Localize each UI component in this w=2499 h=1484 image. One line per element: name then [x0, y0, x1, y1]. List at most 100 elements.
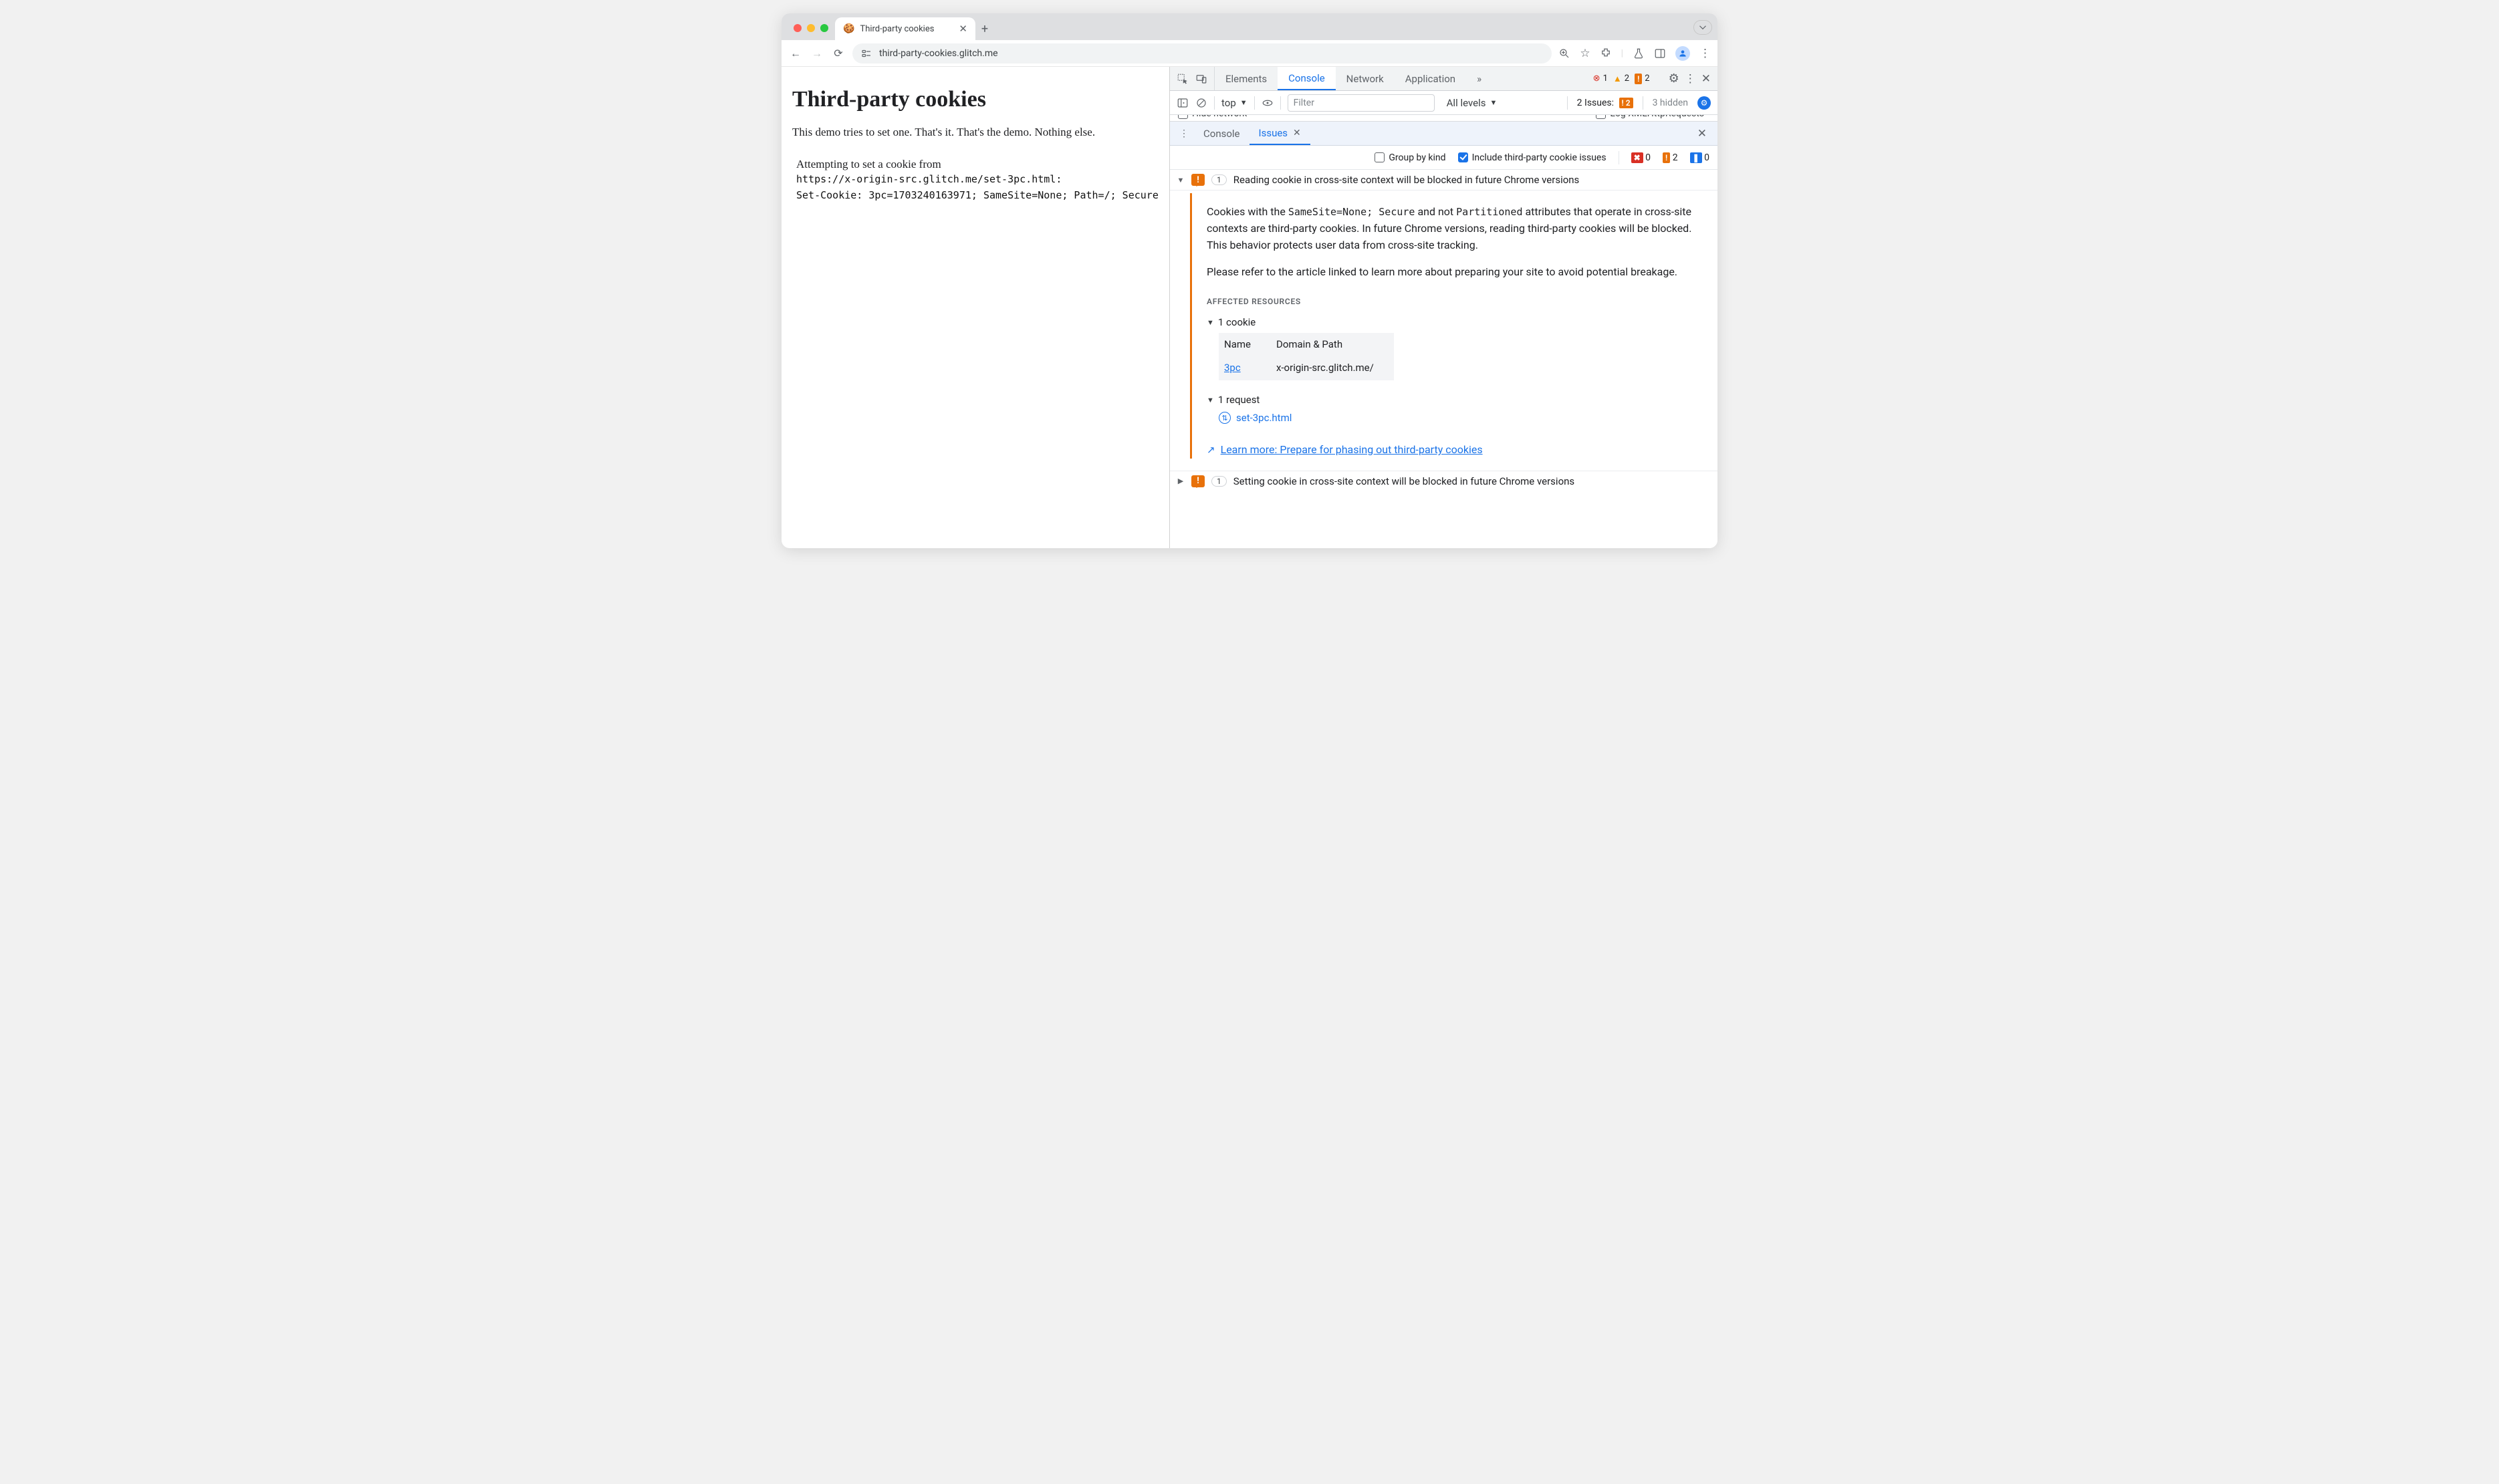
tab-title: Third-party cookies [860, 24, 934, 34]
url-text: third-party-cookies.glitch.me [879, 48, 998, 59]
issue-paragraph: Cookies with the SameSite=None; Secure a… [1207, 204, 1705, 253]
drawer-menu-icon[interactable]: ⋮ [1174, 122, 1194, 145]
page-title: Third-party cookies [792, 87, 1159, 112]
hide-network-checkbox[interactable] [1178, 115, 1188, 119]
devtools-tab-bar: Elements Console Network Application » ⊗… [1170, 67, 1717, 91]
request-link[interactable]: ⇅ set-3pc.html [1219, 410, 1705, 426]
log-xhr-checkbox[interactable] [1596, 115, 1606, 119]
request-icon: ⇅ [1219, 412, 1231, 424]
group-by-kind-checkbox[interactable]: Group by kind [1375, 152, 1445, 163]
tabs-overflow-button[interactable] [1693, 20, 1712, 35]
issue-paragraph-2: Please refer to the article linked to le… [1207, 264, 1705, 281]
console-toolbar: top ▼ Filter All levels ▼ 2 Issues: [1170, 91, 1717, 115]
issue-title: Setting cookie in cross-site context wil… [1233, 475, 1574, 487]
issue-count-pill: 1 [1211, 476, 1227, 487]
toolbar-actions: ☆ | ⋮ [1558, 46, 1711, 61]
forward-button[interactable]: → [810, 47, 824, 60]
learn-more-link[interactable]: Learn more: Prepare for phasing out thir… [1221, 442, 1483, 459]
attempt-url: https://x-origin-src.glitch.me/set-3pc.h… [796, 171, 1159, 187]
address-bar[interactable]: third-party-cookies.glitch.me [852, 43, 1552, 64]
external-link-icon: ↗ [1207, 443, 1215, 458]
chrome-menu-icon[interactable]: ⋮ [1699, 47, 1711, 60]
sidebar-toggle-icon[interactable] [1177, 97, 1189, 109]
tab-elements[interactable]: Elements [1215, 67, 1278, 90]
close-devtools-icon[interactable]: ✕ [1701, 72, 1711, 86]
side-panel-icon[interactable] [1654, 47, 1666, 59]
include-3p-checkbox[interactable]: Include third-party cookie issues [1458, 152, 1606, 163]
bookmark-icon[interactable]: ☆ [1580, 47, 1590, 60]
new-tab-button[interactable]: + [975, 22, 994, 40]
issue-details: Cookies with the SameSite=None; Secure a… [1170, 191, 1717, 471]
cookie-link[interactable]: 3pc [1224, 362, 1241, 374]
issues-label[interactable]: 2 Issues: ! 2 [1577, 98, 1633, 108]
tab-favicon-icon: 🍪 [843, 23, 854, 34]
live-expression-icon[interactable] [1262, 97, 1274, 109]
issue-row-collapsed[interactable]: ▶ ! 1 Setting cookie in cross-site conte… [1170, 471, 1717, 491]
issue-count-pill: 1 [1211, 174, 1227, 185]
tab-console[interactable]: Console [1278, 67, 1336, 90]
close-drawer-icon[interactable]: ✕ [1691, 122, 1713, 145]
close-window-icon[interactable] [794, 24, 802, 32]
issues-blue-count: ❚ 0 [1690, 152, 1709, 163]
page-lead: This demo tries to set one. That's it. T… [792, 126, 1159, 139]
console-settings-icon[interactable]: ⚙ [1697, 96, 1711, 110]
close-tab-icon[interactable]: ✕ [959, 23, 967, 35]
browser-toolbar: ← → ⟳ third-party-cookies.glitch.me ☆ | … [782, 40, 1717, 67]
minimize-window-icon[interactable] [807, 24, 815, 32]
set-cookie-header: Set-Cookie: 3pc=1703240163971; SameSite=… [796, 187, 1159, 203]
inspect-icon[interactable] [1177, 73, 1189, 85]
disclosure-open-icon[interactable]: ▼ [1177, 176, 1185, 184]
requests-disclosure[interactable]: ▼ 1 request [1207, 392, 1705, 408]
cookie-domain: x-origin-src.glitch.me/ [1271, 356, 1394, 380]
cookies-table: Name Domain & Path 3pc x-origin-src.glit… [1219, 333, 1394, 380]
browser-window: 🍪 Third-party cookies ✕ + ← → ⟳ third-pa… [782, 13, 1717, 548]
cookies-disclosure[interactable]: ▼ 1 cookie [1207, 315, 1705, 330]
separator: | [1621, 48, 1623, 59]
drawer-tab-issues[interactable]: Issues ✕ [1250, 122, 1310, 145]
issues-count[interactable]: !2 [1635, 74, 1650, 84]
issue-severity-bar [1190, 193, 1192, 459]
affected-resources-header: AFFECTED RESOURCES [1207, 295, 1705, 308]
browser-tab[interactable]: 🍪 Third-party cookies ✕ [835, 17, 975, 40]
issues-list: ▼ ! 1 Reading cookie in cross-site conte… [1170, 170, 1717, 548]
table-row: 3pc x-origin-src.glitch.me/ [1219, 356, 1394, 380]
issues-toolbar: Group by kind Include third-party cookie… [1170, 146, 1717, 170]
th-domain: Domain & Path [1271, 333, 1394, 356]
site-settings-icon[interactable] [860, 47, 872, 59]
close-issues-tab-icon[interactable]: ✕ [1293, 128, 1301, 138]
levels-selector[interactable]: All levels ▼ [1447, 97, 1498, 109]
warning-count[interactable]: ▲2 [1613, 74, 1629, 84]
clear-console-icon[interactable] [1195, 97, 1207, 109]
console-settings-row: Hide network Log XMLHttpRequests [1170, 115, 1717, 122]
extensions-icon[interactable] [1600, 47, 1612, 59]
breaking-change-icon: ! [1191, 475, 1205, 487]
th-name: Name [1219, 333, 1271, 356]
back-button[interactable]: ← [788, 47, 803, 60]
devtools-menu-icon[interactable]: ⋮ [1685, 72, 1696, 86]
settings-icon[interactable]: ⚙ [1669, 72, 1679, 86]
hidden-count[interactable]: 3 hidden [1653, 98, 1688, 108]
learn-more-row: ↗ Learn more: Prepare for phasing out th… [1207, 442, 1705, 459]
context-selector[interactable]: top ▼ [1221, 97, 1247, 109]
tabs-overflow-icon[interactable]: » [1466, 67, 1492, 90]
zoom-icon[interactable] [1558, 47, 1570, 59]
page-content: Third-party cookies This demo tries to s… [782, 67, 1170, 548]
window-controls [787, 24, 835, 40]
reload-button[interactable]: ⟳ [831, 47, 846, 59]
tab-strip: 🍪 Third-party cookies ✕ + [782, 13, 1717, 40]
drawer-tab-bar: ⋮ Console Issues ✕ ✕ [1170, 122, 1717, 146]
fullscreen-window-icon[interactable] [820, 24, 828, 32]
labs-icon[interactable] [1633, 47, 1645, 59]
device-toolbar-icon[interactable] [1195, 73, 1207, 85]
filter-input[interactable]: Filter [1288, 94, 1435, 112]
tab-application[interactable]: Application [1395, 67, 1466, 90]
issues-red-count: ✖ 0 [1631, 152, 1651, 163]
profile-avatar[interactable] [1675, 46, 1690, 61]
breaking-change-icon: ! [1191, 174, 1205, 186]
error-count[interactable]: ⊗1 [1593, 74, 1608, 84]
disclosure-closed-icon[interactable]: ▶ [1177, 477, 1185, 485]
issues-orange-count: ! 2 [1663, 152, 1678, 163]
tab-network[interactable]: Network [1336, 67, 1395, 90]
drawer-tab-console[interactable]: Console [1194, 122, 1250, 145]
issue-row-expanded[interactable]: ▼ ! 1 Reading cookie in cross-site conte… [1170, 170, 1717, 191]
